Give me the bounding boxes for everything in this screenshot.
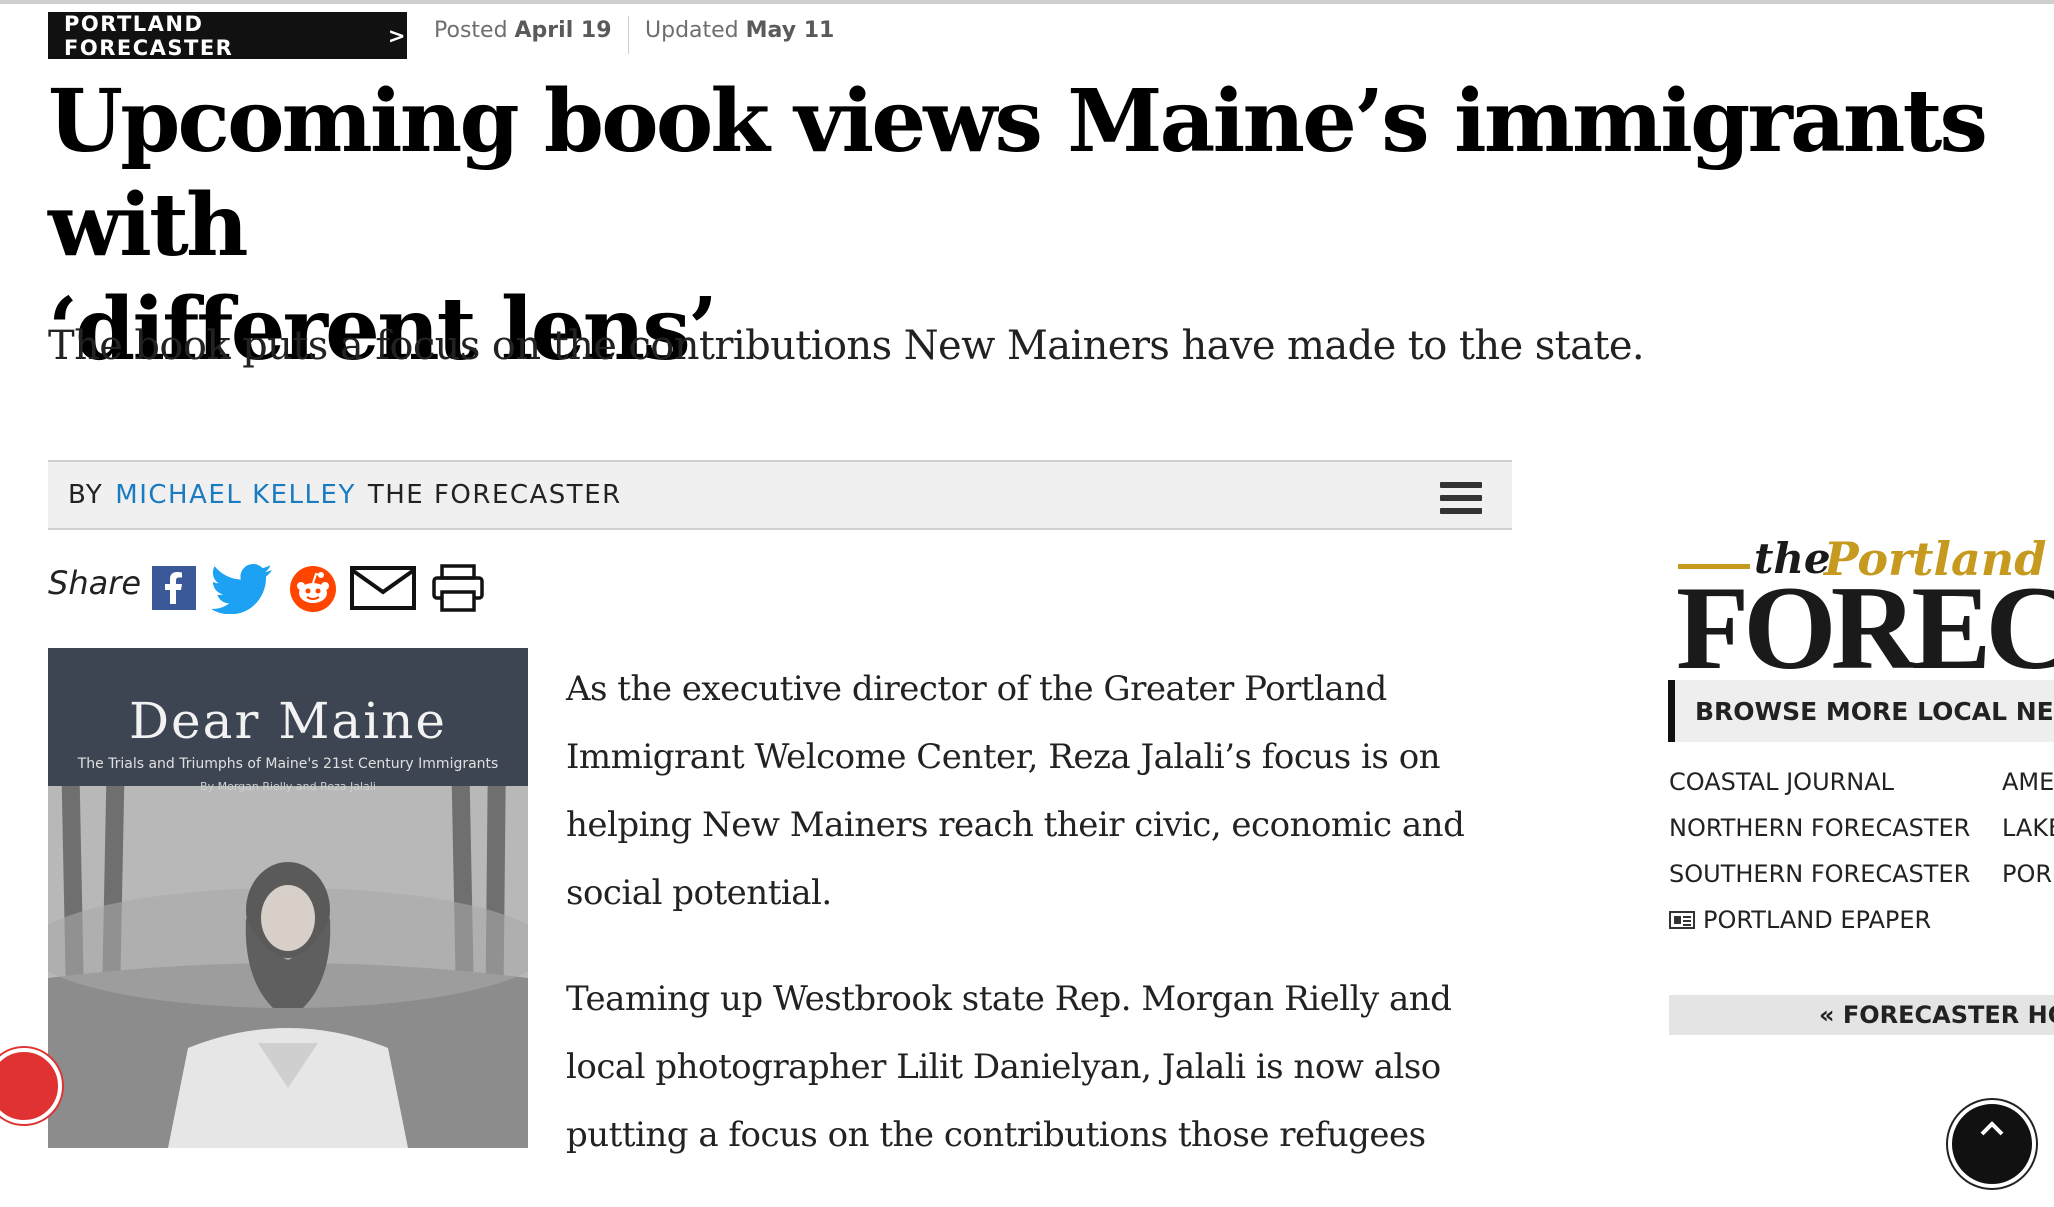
byline-prefix: BY — [68, 480, 104, 510]
cover-authors: By Morgan Rielly and Reza Jalali — [200, 780, 376, 793]
reddit-icon[interactable] — [290, 566, 336, 612]
byline-bar: BY MICHAEL KELLEY THE FORECASTER — [48, 460, 1512, 530]
newspaper-icon — [1669, 911, 1695, 929]
link-portland-epaper[interactable]: PORTLAND EPAPER — [1669, 906, 1931, 934]
section-kicker-label: PORTLAND FORECASTER — [64, 11, 234, 60]
article-dek: The book puts a focus on the contributio… — [48, 323, 1645, 369]
link-northern-forecaster[interactable]: NORTHERN FORECASTER — [1669, 814, 1970, 842]
publication-name: THE FORECASTER — [367, 480, 622, 510]
share-label: Share — [48, 564, 142, 602]
book-cover-image[interactable]: Dear Maine The Trials and Triumphs of Ma… — [48, 648, 528, 1148]
cover-title: Dear Maine — [128, 692, 448, 750]
section-kicker-link[interactable]: PORTLAND FORECASTER > — [48, 11, 407, 60]
link-col2-item-2[interactable]: LAKE — [2002, 814, 2054, 842]
forecaster-home-link[interactable]: « FORECASTER HO — [1669, 995, 2054, 1035]
portland-forecaster-logo[interactable]: the Portland FORECA — [1676, 530, 2054, 670]
facebook-icon[interactable] — [152, 566, 196, 610]
author-link[interactable]: MICHAEL KELLEY — [115, 480, 356, 510]
body-paragraph: Teaming up Westbrook state Rep. Morgan R… — [566, 979, 1452, 1155]
updated-date: Updated May 11 — [645, 18, 835, 43]
posted-date: Posted April 19 — [434, 18, 612, 43]
chevron-up-icon — [1980, 1121, 2004, 1136]
browse-more-header: BROWSE MORE LOCAL NEW — [1668, 680, 2054, 742]
article-body: As the executive director of the Greater… — [566, 655, 1506, 1207]
link-southern-forecaster[interactable]: SOUTHERN FORECASTER — [1669, 860, 1970, 888]
cover-subtitle: The Trials and Triumphs of Maine's 21st … — [77, 756, 499, 772]
link-col2-item-1[interactable]: AME — [2002, 768, 2054, 796]
top-border — [0, 0, 2054, 4]
logo-forecaster: FORECA — [1676, 561, 2054, 671]
link-col2-item-3[interactable]: POR — [2002, 860, 2052, 888]
headline-line-1: Upcoming book views Maine’s immigrants w… — [48, 71, 1988, 276]
chevron-right-icon: > — [387, 23, 407, 48]
link-coastal-journal[interactable]: COASTAL JOURNAL — [1669, 768, 1894, 796]
twitter-icon[interactable] — [212, 564, 274, 614]
body-paragraph: As the executive director of the Greater… — [566, 669, 1465, 913]
email-icon[interactable] — [350, 566, 416, 610]
hamburger-menu-icon[interactable] — [1440, 482, 1482, 514]
meta-divider — [628, 16, 629, 54]
cover-title-band: Dear Maine The Trials and Triumphs of Ma… — [48, 648, 528, 793]
scroll-to-top-button[interactable] — [1948, 1100, 2036, 1188]
print-icon[interactable] — [432, 564, 484, 612]
